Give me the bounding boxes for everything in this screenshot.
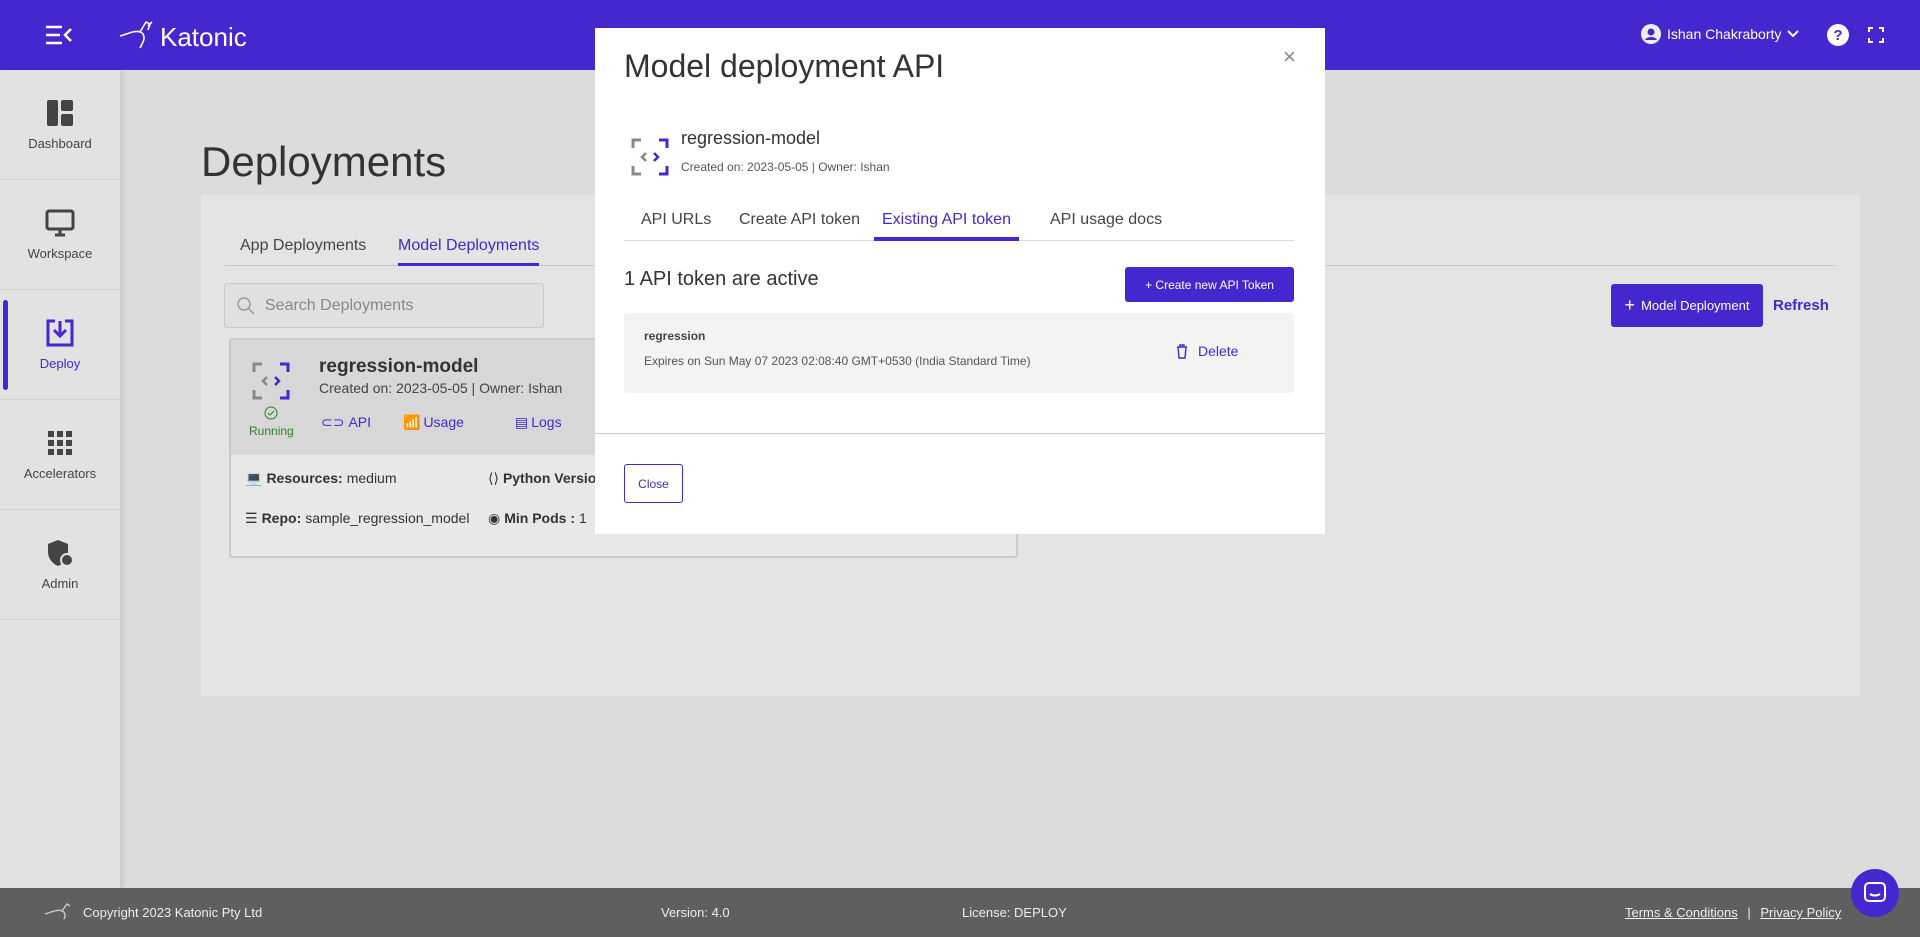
- delete-token-button[interactable]: Delete: [1176, 343, 1238, 359]
- create-api-token-button[interactable]: + Create new API Token: [1125, 267, 1294, 302]
- refresh-link[interactable]: Refresh: [1773, 297, 1829, 314]
- sidebar-item-label: Deploy: [39, 356, 81, 371]
- dashboard-icon: [47, 100, 73, 126]
- document-icon: ▤: [515, 414, 529, 430]
- tab-model-deployments[interactable]: Model Deployments: [398, 237, 540, 266]
- server-icon: ☰: [245, 510, 258, 526]
- token-row: regression Expires on Sun May 07 2023 02…: [624, 313, 1294, 393]
- katonic-logo-icon: [44, 903, 71, 920]
- field-value: medium: [346, 470, 397, 486]
- add-model-deployment-button[interactable]: + Model Deployment: [1611, 284, 1763, 327]
- sidebar-item-label: Admin: [41, 576, 79, 591]
- chart-icon: 📶: [403, 414, 421, 430]
- plus-icon: +: [1624, 295, 1636, 315]
- field-value: sample_regression_model: [305, 510, 470, 526]
- user-menu[interactable]: Ishan Chakraborty: [1641, 24, 1800, 44]
- footer: Copyright 2023 Katonic Pty Ltd Version: …: [0, 888, 1920, 937]
- chat-button[interactable]: [1851, 869, 1899, 917]
- action-label: Usage: [423, 414, 464, 430]
- tab-app-deployments[interactable]: App Deployments: [240, 237, 366, 255]
- laptop-icon: 💻: [245, 470, 263, 486]
- action-label: Logs: [531, 414, 562, 430]
- menu-collapse-icon[interactable]: [46, 25, 72, 45]
- status-badge: Running: [249, 424, 294, 438]
- search-icon: [237, 296, 255, 315]
- fullscreen-icon[interactable]: [1868, 27, 1884, 43]
- field-label: Resources:: [266, 470, 343, 486]
- usage-action[interactable]: 📶 Usage: [403, 414, 464, 431]
- modal-title: Model deployment API: [624, 48, 945, 84]
- field-value: 1: [579, 510, 587, 526]
- sidebar-item-dashboard[interactable]: Dashboard: [0, 70, 120, 180]
- repo-field: ☰ Repo: sample_regression_model: [245, 510, 469, 527]
- admin-shield-icon: [48, 540, 74, 567]
- tab-create-api-token[interactable]: Create API token: [739, 211, 860, 229]
- sidebar-item-label: Workspace: [27, 246, 93, 261]
- close-button[interactable]: Close: [624, 464, 683, 503]
- model-name: regression-model: [681, 128, 821, 148]
- sidebar-item-label: Accelerators: [23, 466, 97, 481]
- license: License: DEPLOY: [962, 905, 1067, 920]
- sidebar-item-label: Dashboard: [28, 136, 92, 151]
- button-label: Model Deployment: [1641, 298, 1750, 313]
- svg-text:?: ?: [1833, 27, 1842, 44]
- copyright: Copyright 2023 Katonic Pty Ltd: [83, 905, 263, 920]
- page-title: Deployments: [201, 138, 447, 185]
- python-field: ⟨⟩ Python Versio: [488, 470, 608, 487]
- chat-icon: [1864, 882, 1886, 902]
- tab-api-usage-docs[interactable]: API usage docs: [1050, 211, 1162, 229]
- tab-existing-api-token[interactable]: Existing API token: [874, 211, 1019, 241]
- monitor-icon: [45, 209, 75, 237]
- close-icon[interactable]: ×: [1283, 44, 1296, 70]
- token-name: regression: [644, 329, 706, 343]
- help-icon[interactable]: ?: [1827, 24, 1849, 46]
- action-label: API: [348, 414, 372, 430]
- delete-label: Delete: [1198, 343, 1239, 359]
- api-modal: Model deployment API × regression-model …: [595, 28, 1325, 534]
- logs-action[interactable]: ▤ Logs: [515, 414, 562, 431]
- model-meta: Created on: 2023-05-05 | Owner: Ishan: [681, 160, 890, 174]
- resources-field: 💻 Resources: medium: [245, 470, 397, 487]
- katonic-logo-icon: [119, 20, 153, 49]
- antenna-icon: ◉: [488, 510, 501, 526]
- sidebar-item-admin[interactable]: Admin: [0, 510, 120, 620]
- user-avatar-icon: [1641, 24, 1661, 44]
- separator: |: [1747, 905, 1751, 920]
- field-label: Repo:: [261, 510, 302, 526]
- user-name: Ishan Chakraborty: [1667, 26, 1782, 42]
- trash-icon: [1177, 343, 1187, 359]
- check-circle-icon: [264, 406, 278, 420]
- code-brackets-icon: [252, 362, 290, 400]
- chevron-down-icon: [1787, 30, 1800, 38]
- search-placeholder: Search Deployments: [265, 296, 414, 314]
- sidebar-item-accelerators[interactable]: Accelerators: [0, 400, 120, 510]
- pods-field: ◉ Min Pods :1: [488, 510, 587, 527]
- field-label: Python Versio: [502, 470, 597, 486]
- sidebar: Dashboard Workspace Deploy Accelerators …: [0, 70, 120, 888]
- code-brackets-icon: [631, 138, 669, 176]
- sidebar-item-deploy[interactable]: Deploy: [0, 290, 120, 400]
- deployment-name[interactable]: regression-model: [319, 356, 478, 378]
- active-token-count: 1 API token are active: [624, 268, 819, 290]
- search-input[interactable]: Search Deployments: [224, 283, 544, 328]
- tab-api-urls[interactable]: API URLs: [641, 211, 711, 229]
- code-file-icon: ⟨⟩: [488, 470, 499, 486]
- privacy-link[interactable]: Privacy Policy: [1760, 905, 1841, 920]
- deployment-meta: Created on: 2023-05-05 | Owner: Ishan: [319, 380, 563, 396]
- version: Version: 4.0: [661, 905, 730, 920]
- grid-icon: [48, 431, 72, 455]
- api-action[interactable]: ⊂⊃ API: [321, 414, 371, 431]
- link-icon: ⊂⊃: [321, 414, 345, 430]
- brand-name: Katonic: [160, 22, 247, 52]
- field-label: Min Pods :: [504, 510, 575, 526]
- deploy-icon: [46, 319, 74, 347]
- sidebar-item-workspace[interactable]: Workspace: [0, 180, 120, 290]
- terms-link[interactable]: Terms & Conditions: [1625, 905, 1738, 920]
- token-expiry: Expires on Sun May 07 2023 02:08:40 GMT+…: [644, 354, 1031, 368]
